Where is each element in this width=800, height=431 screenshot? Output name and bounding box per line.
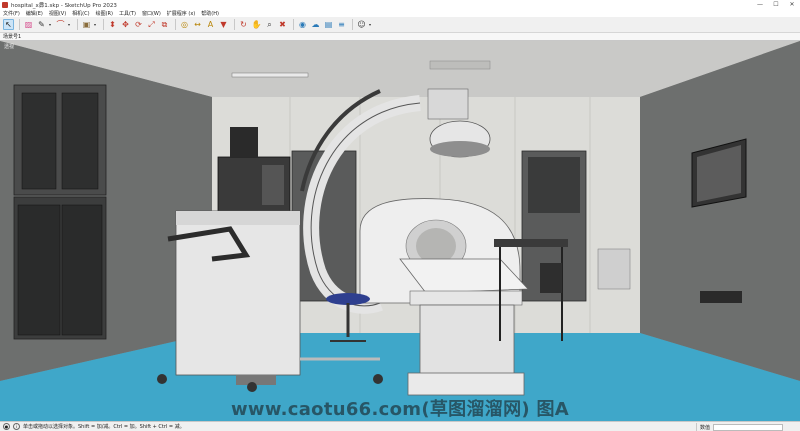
menu-help[interactable]: 帮助(H) — [201, 10, 219, 17]
toolbar-separator — [352, 19, 353, 30]
info-icon[interactable]: i — [13, 423, 20, 430]
window-title: hospital_x丳1.skp - SketchUp Pro 2023 — [11, 2, 117, 9]
zoom-icon[interactable]: ⌕ — [264, 19, 275, 30]
operating-room-scene — [0, 41, 800, 421]
scale-icon[interactable]: ⤢ — [146, 19, 157, 30]
right-wall — [640, 41, 800, 381]
text-icon[interactable]: A — [205, 19, 216, 30]
dropdown-caret-icon[interactable]: ▾ — [68, 22, 72, 27]
select-icon[interactable]: ↖ — [3, 19, 14, 30]
warehouse-icon[interactable]: ☁ — [310, 19, 321, 30]
toolbar-separator — [19, 19, 20, 30]
ceiling-light — [231, 72, 309, 78]
geo-location-icon[interactable]: ◉ — [297, 19, 308, 30]
move-icon[interactable]: ✥ — [120, 19, 131, 30]
rectangle-icon[interactable]: ▣ — [81, 19, 92, 30]
measurements-label: 数值 — [700, 424, 711, 431]
wall-socket-panel — [700, 291, 742, 303]
window-controls: — ☐ ✕ — [752, 0, 800, 9]
menu-window[interactable]: 窗口(W) — [142, 10, 161, 17]
menu-draw[interactable]: 绘图(R) — [96, 10, 113, 17]
main-toolbar: ↖ ▨ ✎ ▾ ⌒ ▾ ▣ ▾ ⬍ ✥ ⟳ ⤢ ⧉ ◎ ↔ A ▼ ↻ ✋ ⌕ ✖ ◉ ☁ ▤ ≡ ☺ ▾ — [0, 17, 800, 33]
layout-icon[interactable]: ≡ — [336, 19, 347, 30]
push-pull-icon[interactable]: ⬍ — [107, 19, 118, 30]
watermark-text: www.caotu66.com(草图溜溜网) 图A — [230, 399, 569, 420]
title-bar: hospital_x丳1.skp - SketchUp Pro 2023 — ☐… — [0, 0, 800, 9]
orbit-icon[interactable]: ↻ — [238, 19, 249, 30]
measurements-input[interactable] — [713, 423, 784, 431]
pan-icon[interactable]: ✋ — [251, 19, 262, 30]
menu-camera[interactable]: 相机(C) — [72, 10, 89, 17]
close-button[interactable]: ✕ — [784, 0, 800, 9]
zoom-extents-icon[interactable]: ✖ — [277, 19, 288, 30]
sketchup-logo-icon — [2, 1, 8, 8]
measurements-box: 数值 — [696, 423, 784, 431]
scene-tabs-bar: 场景号1 — [0, 33, 800, 41]
camera-label: 透视 — [4, 44, 15, 50]
eraser-icon[interactable]: ▨ — [23, 19, 34, 30]
tape-measure-icon[interactable]: ◎ — [179, 19, 190, 30]
dropdown-caret-icon[interactable]: ▾ — [94, 22, 98, 27]
toolbar-separator — [77, 19, 78, 30]
minimize-button[interactable]: — — [752, 0, 768, 9]
scene-tab[interactable]: 场景号1 — [3, 33, 21, 40]
dropdown-caret-icon[interactable]: ▾ — [49, 22, 53, 27]
dropdown-caret-icon[interactable]: ▾ — [369, 22, 373, 27]
status-bar: ● i 单击或拖动以选择对象。Shift = 加/减。Ctrl = 加。Shif… — [0, 421, 800, 431]
toolbar-separator — [175, 19, 176, 30]
menu-view[interactable]: 视图(V) — [49, 10, 66, 17]
menu-bar: 文件(F) 编辑(E) 视图(V) 相机(C) 绘图(R) 工具(T) 窗口(W… — [0, 9, 800, 17]
paint-bucket-icon[interactable]: ▼ — [218, 19, 229, 30]
menu-extensions[interactable]: 扩展程序 (x) — [167, 10, 195, 17]
offset-icon[interactable]: ⧉ — [159, 19, 170, 30]
rotate-icon[interactable]: ⟳ — [133, 19, 144, 30]
toolbar-separator — [103, 19, 104, 30]
pencil-icon[interactable]: ✎ — [36, 19, 47, 30]
geo-location-status-icon[interactable]: ● — [3, 423, 10, 430]
model-viewport[interactable]: 透视 www.caotu66.com(草图溜溜网) 图A — [0, 41, 800, 421]
base-wheel — [247, 382, 257, 392]
ceiling-vent — [429, 60, 491, 70]
dimension-icon[interactable]: ↔ — [192, 19, 203, 30]
menu-edit[interactable]: 编辑(E) — [26, 10, 43, 17]
menu-tools[interactable]: 工具(T) — [119, 10, 136, 17]
arc-icon[interactable]: ⌒ — [55, 19, 66, 30]
maximize-button[interactable]: ☐ — [768, 0, 784, 9]
account-icon[interactable]: ☺ — [356, 19, 367, 30]
status-hint: 单击或拖动以选择对象。Shift = 加/减。Ctrl = 加。Shift + … — [23, 424, 185, 430]
instrument-cart — [494, 239, 568, 247]
toolbar-separator — [234, 19, 235, 30]
menu-file[interactable]: 文件(F) — [3, 10, 20, 17]
toolbar-separator — [293, 19, 294, 30]
extension-warehouse-icon[interactable]: ▤ — [323, 19, 334, 30]
